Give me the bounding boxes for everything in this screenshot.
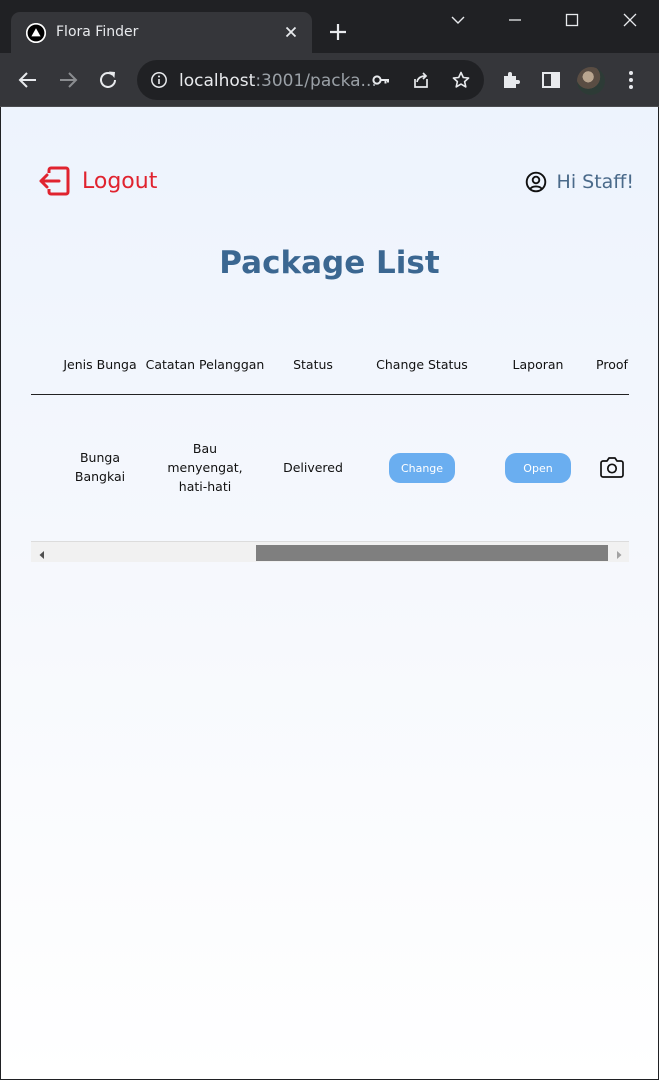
column-header-catatan: Catatan Pelanggan [145, 357, 265, 372]
page-viewport: Logout Hi Staff! Package List Jenis Bung… [1, 107, 658, 1079]
package-table: Jenis Bunga Catatan Pelanggan Status Cha… [31, 343, 629, 563]
browser-tab[interactable]: Flora Finder [11, 12, 312, 53]
browser-toolbar: localhost:3001/packa... [0, 53, 659, 107]
logout-label: Logout [82, 168, 158, 194]
horizontal-scrollbar[interactable] [31, 541, 629, 562]
cell-catatan-line: Bau [192, 441, 218, 456]
cell-jenis-bunga: Bunga Bangkai [60, 448, 140, 486]
cell-jenis-bunga-line: Bangkai [74, 469, 126, 484]
back-arrow-icon[interactable] [16, 68, 40, 92]
browser-titlebar: Flora Finder [0, 0, 659, 53]
url-host: localhost [179, 71, 256, 91]
scroll-left-arrow-icon[interactable] [38, 547, 46, 559]
bookmark-star-icon[interactable] [451, 70, 471, 90]
maximize-icon[interactable] [559, 9, 585, 31]
url-text: localhost:3001/packa... [179, 71, 377, 91]
key-icon[interactable] [371, 70, 391, 90]
share-icon[interactable] [411, 70, 431, 90]
header-divider [31, 394, 629, 395]
column-header-change-status: Change Status [376, 357, 468, 372]
side-panel-icon[interactable] [539, 68, 563, 92]
column-header-proof: Proof [596, 357, 628, 372]
cell-catatan-line: hati-hati [178, 479, 232, 494]
forward-arrow-icon[interactable] [56, 68, 80, 92]
profile-avatar[interactable] [577, 67, 605, 95]
cell-catatan: Bau menyengat, hati-hati [145, 439, 265, 496]
cell-jenis-bunga-line: Bunga [79, 450, 120, 465]
cell-status: Delivered [283, 460, 343, 475]
new-tab-plus-icon[interactable] [326, 20, 350, 44]
tab-title: Flora Finder [56, 24, 139, 40]
scroll-right-arrow-icon[interactable] [615, 547, 623, 559]
menu-dots-icon[interactable] [619, 68, 643, 92]
user-circle-icon [525, 171, 546, 193]
greeting-text: Hi Staff! [556, 171, 634, 193]
triangle-favicon-icon [26, 23, 46, 43]
page-title: Package List [219, 245, 440, 281]
open-laporan-button[interactable]: Open [505, 453, 571, 483]
column-header-jenis-bunga: Jenis Bunga [63, 357, 137, 372]
tab-search-chevron-icon[interactable] [445, 9, 471, 31]
user-greeting: Hi Staff! [525, 168, 634, 196]
logout-button[interactable]: Logout [37, 165, 157, 197]
logout-icon [39, 166, 70, 196]
reload-icon[interactable] [96, 68, 120, 92]
column-header-laporan: Laporan [512, 357, 564, 372]
site-info-icon[interactable] [150, 71, 168, 89]
cell-catatan-line: menyengat, [167, 460, 243, 475]
scrollbar-thumb[interactable] [256, 545, 608, 561]
address-bar[interactable]: localhost:3001/packa... [137, 60, 484, 100]
camera-icon[interactable] [598, 455, 626, 481]
change-status-button[interactable]: Change [389, 453, 455, 483]
url-path: :3001/packa... [255, 71, 377, 91]
minimize-icon[interactable] [502, 9, 528, 31]
close-window-icon[interactable] [617, 9, 643, 31]
column-header-status: Status [293, 357, 333, 372]
extensions-puzzle-icon[interactable] [499, 68, 523, 92]
tab-close-icon[interactable] [281, 22, 301, 42]
